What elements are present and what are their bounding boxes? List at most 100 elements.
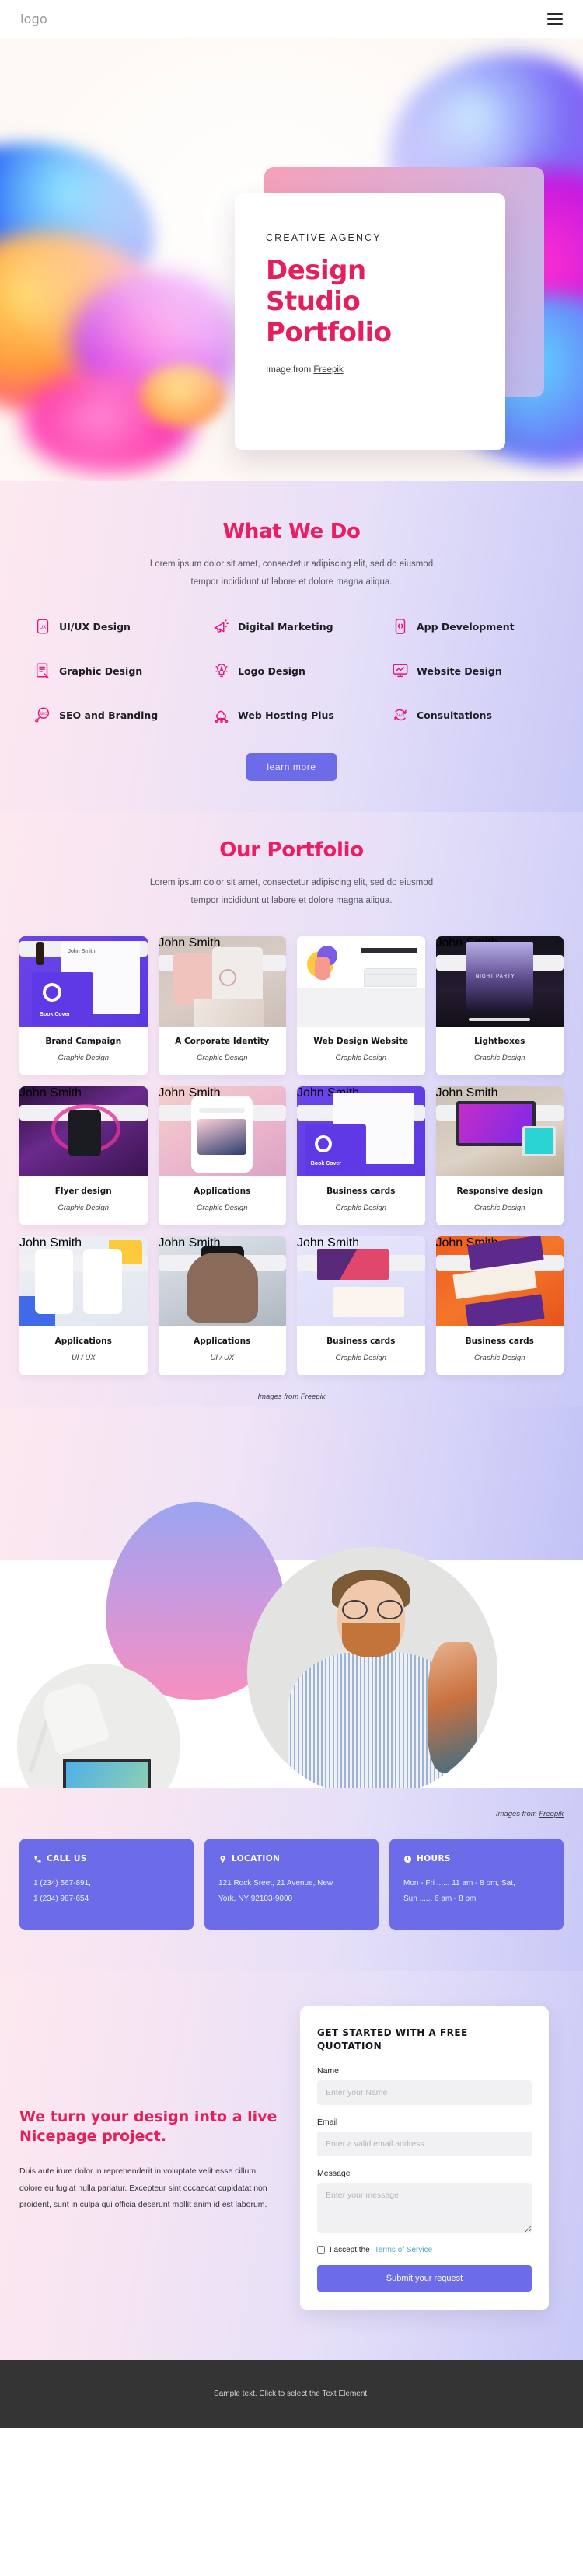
portfolio-section: Our Portfolio Lorem ipsum dolor sit amet… <box>0 812 583 1407</box>
portfolio-card[interactable]: John Smith Business cards Graphic Design <box>297 1236 425 1375</box>
page-root: logo CREATIVE AGENCY Design Studio Portf… <box>0 0 583 2428</box>
contact-line: Mon - Fri ...... 11 am - 8 pm, Sat, <box>403 1879 515 1888</box>
portfolio-card-category: Graphic Design <box>197 1054 248 1062</box>
contact-line: 121 Rock Sreet, 21 Avenue, New <box>218 1879 333 1888</box>
cta-text-block: We turn your design into a live Nicepage… <box>19 2006 280 2214</box>
portfolio-card-category: Graphic Design <box>474 1354 525 1362</box>
portfolio-title: Our Portfolio <box>219 838 364 862</box>
submit-button[interactable]: Submit your request <box>317 2264 532 2292</box>
portfolio-card-category: Graphic Design <box>335 1354 386 1362</box>
portfolio-card[interactable]: John Smith Applications UI / UX <box>19 1236 148 1375</box>
portfolio-card-category: UI / UX <box>210 1354 235 1362</box>
learn-more-button[interactable]: learn more <box>246 753 337 781</box>
service-item-web-hosting-plus[interactable]: Web Hosting Plus <box>202 706 381 723</box>
portfolio-thumbnail: John Smith <box>158 1086 286 1176</box>
portfolio-subtitle: Lorem ipsum dolor sit amet, consectetur … <box>149 878 434 905</box>
portfolio-thumbnail: John Smith <box>297 1086 425 1176</box>
service-item-website-design[interactable]: Website Design <box>381 662 560 679</box>
portfolio-card-title: Business cards <box>465 1337 534 1346</box>
contact-card-location: LOCATION 121 Rock Sreet, 21 Avenue, New Yo… <box>204 1839 379 1930</box>
service-label: Logo Design <box>238 664 305 677</box>
portfolio-thumbnail: John Smith <box>435 1236 564 1326</box>
service-label: SEO and Branding <box>59 709 159 721</box>
logo[interactable]: logo <box>20 12 47 26</box>
service-label: UI/UX Design <box>59 620 131 633</box>
photos-image-credit: Images from Freepik <box>19 1810 564 1818</box>
terms-checkbox[interactable] <box>317 2246 325 2254</box>
portfolio-card[interactable]: John Smith Business cards Graphic Design <box>297 1086 425 1225</box>
portfolio-thumbnail: John Smith <box>297 1236 425 1326</box>
hero-credit-link[interactable]: Freepik <box>313 365 343 375</box>
contact-card-header: CALL US <box>33 1854 180 1863</box>
contacts-section: Images from Freepik CALL US 1 (234) 567-8… <box>0 1788 583 1971</box>
hero-title-line-1: Design <box>266 255 366 286</box>
contact-card-title: CALL US <box>47 1854 87 1863</box>
site-header: logo <box>0 0 583 38</box>
portfolio-thumbnail: John Smith <box>297 936 425 1027</box>
photos-credit-link[interactable]: Freepik <box>539 1810 564 1818</box>
hero-content-card: CREATIVE AGENCY Design Studio Portfolio … <box>235 193 505 450</box>
portfolio-card[interactable]: John Smith Flyer design Graphic Design <box>19 1086 148 1225</box>
portfolio-card[interactable]: John Smith Business cards Graphic Design <box>435 1236 564 1375</box>
contact-line: York, NY 92103-9000 <box>218 1895 293 1903</box>
portfolio-thumbnail: John Smith <box>158 1236 286 1326</box>
portfolio-card[interactable]: John Smith A Corporate Identity Graphic De… <box>158 936 286 1075</box>
message-input[interactable] <box>317 2182 532 2233</box>
portfolio-card[interactable]: John Smith Web Design Website Graphic Desi… <box>297 936 425 1075</box>
hamburger-menu-icon[interactable] <box>547 12 563 26</box>
svg-text:SEO: SEO <box>40 712 47 716</box>
portfolio-card[interactable]: John Smith Applications Graphic Design <box>158 1086 286 1225</box>
phone-icon <box>33 1855 42 1863</box>
portfolio-thumbnail: John Smith <box>158 936 286 1027</box>
portfolio-card-category: Graphic Design <box>474 1204 525 1212</box>
service-item-ui-ux-design[interactable]: UX UI/UX Design <box>23 618 202 635</box>
service-item-logo-design[interactable]: Logo Design <box>202 662 381 679</box>
ux-card-icon: UX <box>34 618 51 635</box>
service-label: Graphic Design <box>59 664 143 677</box>
service-item-digital-marketing[interactable]: Digital Marketing <box>202 618 381 635</box>
portfolio-card[interactable]: John Smith Brand Campaign Graphic Design <box>19 936 148 1075</box>
contact-line: 1 (234) 987-654 <box>33 1895 89 1903</box>
cta-paragraph: Duis aute irure dolor in reprehenderit i… <box>19 2166 267 2210</box>
service-item-graphic-design[interactable]: Graphic Design <box>23 662 202 679</box>
service-label: Digital Marketing <box>238 620 333 633</box>
seo-magnifier-icon: SEO <box>34 706 51 723</box>
portfolio-card-title: Applications <box>54 1337 112 1346</box>
portfolio-credit-prefix: Images from <box>257 1393 301 1401</box>
accept-text: I accept the <box>330 2245 370 2254</box>
hero-image-credit: Image from Freepik <box>266 365 474 375</box>
portfolio-card[interactable]: John Smith Applications UI / UX <box>158 1236 286 1375</box>
portfolio-card-title: A Corporate Identity <box>175 1037 270 1046</box>
service-item-consultations[interactable]: 24/7 Consultations <box>381 706 560 723</box>
services-grid: UX UI/UX Design Digital Marketing App Devel… <box>23 618 560 723</box>
message-label: Message <box>317 2168 351 2178</box>
name-input[interactable] <box>317 2079 532 2105</box>
portfolio-card[interactable]: John Smith Lightboxes Graphic Design <box>435 936 564 1075</box>
portfolio-thumbnail: John Smith <box>19 936 148 1027</box>
portfolio-card[interactable]: John Smith Responsive design Graphic Desig… <box>435 1086 564 1225</box>
contact-line: 1 (234) 567-891, <box>33 1879 91 1888</box>
contact-card-body: 1 (234) 567-891, 1 (234) 987-654 <box>33 1876 180 1907</box>
hero-title-line-2: Studio <box>266 285 361 317</box>
hero-credit-prefix: Image from <box>266 365 314 375</box>
service-item-seo-and-branding[interactable]: SEO SEO and Branding <box>23 706 202 723</box>
cta-title: We turn your design into a live Nicepage… <box>19 2108 278 2146</box>
portfolio-thumbnail: John Smith <box>19 1236 148 1326</box>
contact-cards-grid: CALL US 1 (234) 567-891, 1 (234) 987-654 LO… <box>19 1839 564 1930</box>
contact-card-header: LOCATION <box>218 1854 365 1863</box>
portfolio-card-category: Graphic Design <box>474 1054 525 1062</box>
terms-of-service-link[interactable]: Terms of Service <box>375 2246 432 2254</box>
terms-acceptance-row[interactable]: I accept the Terms of Service <box>317 2246 532 2254</box>
portfolio-card-category: Graphic Design <box>58 1054 109 1062</box>
service-label: Website Design <box>417 664 502 677</box>
portfolio-card-title: Lightboxes <box>474 1037 525 1046</box>
portfolio-credit-link[interactable]: Freepik <box>301 1393 326 1401</box>
services-section: What We Do Lorem ipsum dolor sit amet, c… <box>0 481 583 812</box>
contact-card-body: 121 Rock Sreet, 21 Avenue, New York, NY 9… <box>218 1876 365 1907</box>
footer-text[interactable]: Sample text. Click to select the Text El… <box>214 2390 369 2398</box>
email-input[interactable] <box>317 2131 532 2156</box>
24-7-icon: 24/7 <box>392 706 409 723</box>
email-label: Email <box>317 2117 338 2127</box>
portfolio-thumbnail: John Smith <box>435 1086 564 1176</box>
service-item-app-development[interactable]: App Development <box>381 618 560 635</box>
